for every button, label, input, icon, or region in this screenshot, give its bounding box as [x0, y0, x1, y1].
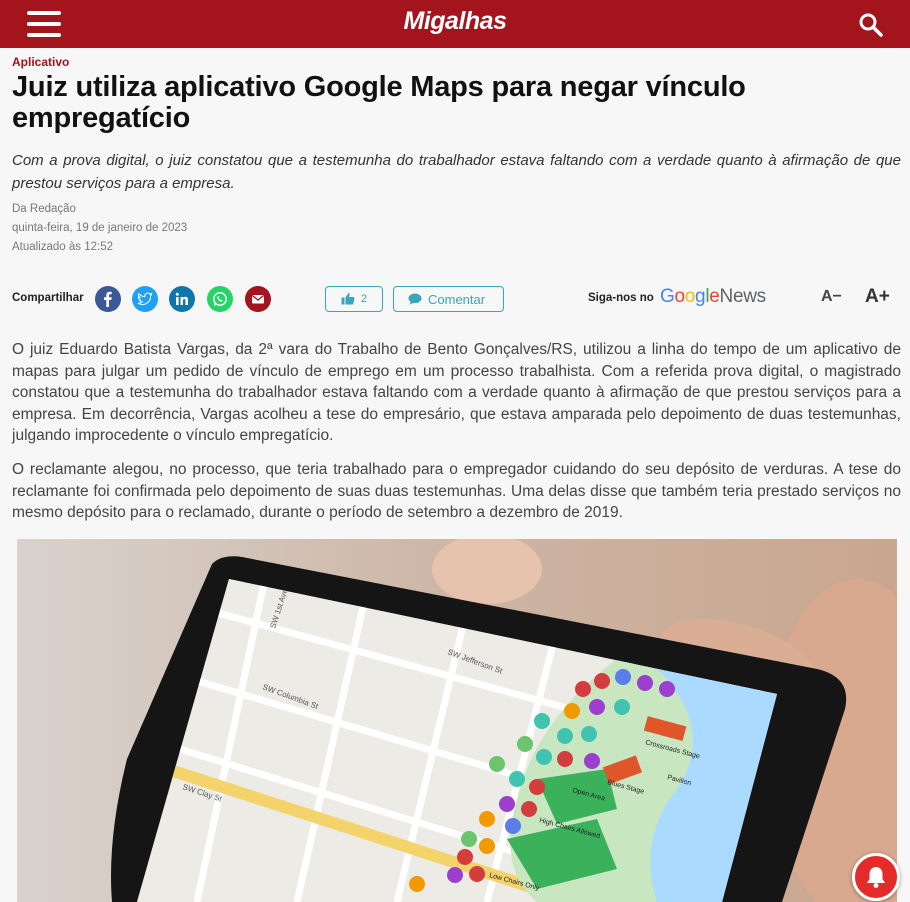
phone-map-illustration: SW 1st Ave SW Jefferson St SW Columbia S… [17, 539, 897, 902]
google-news-link[interactable]: GoogleNews [660, 286, 766, 308]
thumbs-up-icon [341, 293, 355, 305]
comment-label: Comentar [428, 292, 486, 307]
article-author: Da Redação [12, 203, 76, 215]
notification-bell-button[interactable] [852, 853, 900, 901]
share-toolbar: Compartilhar 2 Comentar Siga-nos no Goog… [12, 284, 900, 314]
article-paragraph: O juiz Eduardo Batista Vargas, da 2ª var… [12, 341, 901, 444]
twitter-share-button[interactable] [132, 286, 158, 312]
twitter-icon [137, 292, 153, 305]
google-news-word: News [719, 286, 767, 307]
font-increase-button[interactable]: A+ [865, 286, 890, 308]
email-share-button[interactable] [245, 286, 271, 312]
facebook-share-button[interactable] [95, 286, 121, 312]
article-paragraph: O reclamante alegou, no processo, que te… [12, 461, 901, 521]
facebook-icon [104, 291, 112, 307]
font-decrease-button[interactable]: A− [821, 288, 842, 306]
article-hero-image: SW 1st Ave SW Jefferson St SW Columbia S… [17, 539, 897, 902]
article-category[interactable]: Aplicativo [12, 55, 69, 69]
site-logo[interactable]: Migalhas [0, 7, 910, 36]
email-icon [251, 294, 265, 304]
search-icon[interactable] [858, 12, 884, 38]
article-date: quinta-feira, 19 de janeiro de 2023 [12, 222, 188, 234]
bell-icon [867, 867, 885, 888]
linkedin-share-button[interactable] [169, 286, 195, 312]
like-count: 2 [361, 293, 368, 305]
whatsapp-share-button[interactable] [207, 286, 233, 312]
comment-icon [408, 293, 422, 305]
like-button[interactable]: 2 [325, 286, 383, 312]
article-lead: Com a prova digital, o juiz constatou qu… [12, 152, 901, 192]
article-updated: Atualizado às 12:52 [12, 241, 114, 253]
top-navbar: Migalhas [0, 0, 910, 48]
whatsapp-icon [213, 292, 227, 306]
article-title: Juiz utiliza aplicativo Google Maps para… [12, 71, 746, 134]
linkedin-icon [175, 292, 188, 305]
share-label: Compartilhar [12, 292, 84, 304]
comment-button[interactable]: Comentar [393, 286, 504, 312]
follow-us-label: Siga-nos no [588, 292, 654, 304]
